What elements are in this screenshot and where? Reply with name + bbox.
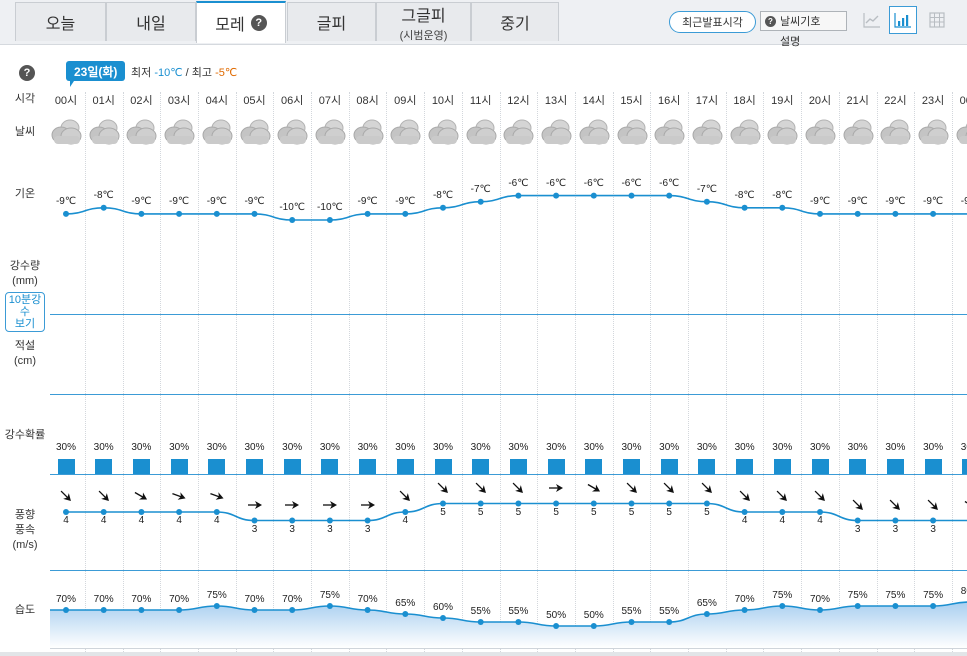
humidity-point xyxy=(213,603,220,609)
wind-speed-point xyxy=(100,509,107,515)
wind-speed-point xyxy=(553,500,560,507)
humidity-point xyxy=(176,607,183,613)
humidity-point xyxy=(779,603,786,609)
temperature-point xyxy=(817,210,823,217)
wind-speed-point xyxy=(854,517,861,524)
wind-speed-point xyxy=(477,500,484,507)
temperature-point xyxy=(666,192,673,199)
humidity-point xyxy=(289,607,296,613)
temperature-point xyxy=(703,198,710,205)
wind-speed-point xyxy=(213,509,220,515)
humidity-point xyxy=(703,611,710,617)
temperature-point xyxy=(100,204,107,211)
forecast-panel: 오늘 내일 모레? 글피 그글피 (시범운영) 중기 최근발표시각 ? 날씨기호 … xyxy=(0,0,967,656)
wind-speed-point xyxy=(817,509,823,515)
humidity-point xyxy=(515,619,522,625)
wind-speed-point xyxy=(930,517,937,524)
humidity-point xyxy=(590,623,597,629)
humidity-point xyxy=(402,611,409,617)
wind-speed-point xyxy=(63,509,69,515)
temperature-point xyxy=(289,217,296,223)
temperature-point xyxy=(440,204,446,211)
wind-speed-point xyxy=(703,500,710,507)
temperature-point xyxy=(477,198,484,205)
humidity-point xyxy=(100,607,107,613)
humidity-point xyxy=(741,607,748,613)
humidity-point xyxy=(364,607,371,613)
wind-speed-point xyxy=(741,509,748,515)
temperature-point xyxy=(779,204,786,211)
wind-speed-line xyxy=(65,502,967,522)
temperature-point xyxy=(176,210,183,217)
temperature-point xyxy=(515,192,522,199)
humidity-point xyxy=(930,603,937,609)
wind-speed-point xyxy=(289,517,296,524)
temperature-point xyxy=(138,210,145,217)
humidity-point xyxy=(326,603,333,609)
humidity-point xyxy=(553,623,560,629)
humidity-point xyxy=(138,607,145,613)
wind-speed-point xyxy=(892,517,899,524)
line-charts xyxy=(50,192,967,648)
wind-speed-point xyxy=(779,509,786,515)
temperature-point xyxy=(251,210,258,217)
wind-speed-point xyxy=(515,500,522,507)
humidity-point xyxy=(477,619,484,625)
humidity-point xyxy=(251,607,258,613)
humidity-point xyxy=(817,607,823,613)
humidity-point xyxy=(854,603,861,609)
temperature-point xyxy=(930,210,937,217)
temperature-point xyxy=(741,204,748,211)
temperature-point xyxy=(326,217,333,223)
humidity-point xyxy=(63,607,69,613)
humidity-point xyxy=(440,615,446,621)
humidity-point xyxy=(666,619,673,625)
wind-speed-point xyxy=(628,500,635,507)
wind-speed-point xyxy=(326,517,333,524)
wind-speed-point xyxy=(138,509,145,515)
temperature-point xyxy=(590,192,597,199)
wind-speed-point xyxy=(364,517,371,524)
wind-speed-point xyxy=(176,509,183,515)
temperature-point xyxy=(892,210,899,217)
temperature-point xyxy=(402,210,409,217)
wind-speed-point xyxy=(251,517,258,524)
humidity-point xyxy=(628,619,635,625)
temperature-point xyxy=(213,210,220,217)
temperature-point xyxy=(854,210,861,217)
horizontal-scrollbar[interactable] xyxy=(0,652,967,656)
wind-speed-point xyxy=(402,509,409,515)
wind-speed-point xyxy=(440,500,446,507)
wind-speed-point xyxy=(590,500,597,507)
temperature-point xyxy=(63,210,69,217)
temperature-point xyxy=(553,192,560,199)
temperature-point xyxy=(364,210,371,217)
temperature-point xyxy=(628,192,635,199)
temperature-line xyxy=(65,194,967,221)
wind-speed-point xyxy=(666,500,673,507)
humidity-point xyxy=(892,603,899,609)
